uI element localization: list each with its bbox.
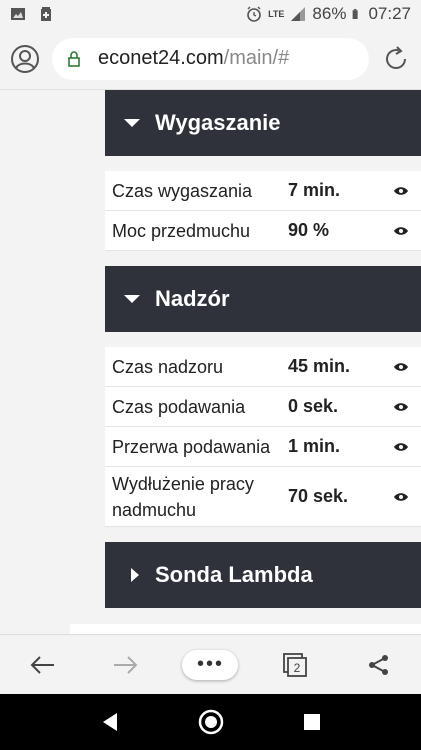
section-rows: Czas wygaszania 7 min. Moc przedmuchu 90… (105, 171, 421, 251)
eye-icon[interactable] (386, 186, 416, 196)
param-value: 0 sek. (288, 396, 339, 416)
address-field[interactable]: econet24.com/main/# (52, 37, 369, 80)
image-icon (11, 8, 25, 20)
lte-label: LTE (268, 9, 285, 19)
page-content: Wygaszanie Czas wygaszania 7 min. Moc pr… (0, 90, 421, 634)
spacer (105, 332, 421, 347)
param-label: Czas nadzoru (112, 356, 224, 377)
menu-dots-icon: ••• (182, 649, 239, 680)
param-value: 1 min. (288, 436, 341, 456)
share-icon (368, 654, 388, 675)
eye-icon[interactable] (386, 442, 416, 452)
spacer (105, 156, 421, 171)
menu-button[interactable]: ••• (182, 645, 239, 685)
reload-icon[interactable] (381, 44, 411, 74)
param-row: Przerwa podawania 1 min. (105, 427, 421, 467)
left-margin (0, 90, 105, 634)
eye-icon[interactable] (386, 402, 416, 412)
parameters-panel: Wygaszanie Czas wygaszania 7 min. Moc pr… (105, 90, 421, 608)
share-button[interactable] (351, 645, 407, 685)
back-button[interactable] (14, 645, 70, 685)
caret-down-icon (124, 119, 140, 127)
param-value: 90 % (288, 220, 330, 240)
param-row: Czas nadzoru 45 min. (105, 347, 421, 387)
section-header-wygaszanie[interactable]: Wygaszanie (105, 90, 421, 156)
url-path: /main/# (223, 47, 290, 69)
tab-count: 2 (293, 661, 300, 675)
clock: 07:27 (368, 4, 411, 23)
url-bar: econet24.com/main/# (0, 28, 421, 90)
forward-arrow-icon (114, 655, 138, 674)
forward-button[interactable] (98, 645, 154, 685)
param-row: Czas wygaszania 7 min. (105, 171, 421, 211)
param-value: 7 min. (288, 180, 341, 200)
spacer (105, 527, 421, 542)
section-rows: Czas nadzoru 45 min. Czas podawania 0 se… (105, 347, 421, 527)
section-title: Sonda Lambda (155, 562, 313, 587)
tabs-icon: 2 (282, 652, 307, 677)
param-value: 45 min. (288, 356, 351, 376)
param-label: Moc przedmuchu (112, 220, 251, 241)
eye-icon[interactable] (386, 362, 416, 372)
back-arrow-icon (30, 655, 55, 674)
eye-icon[interactable] (386, 492, 416, 502)
param-label: Czas wygaszania (112, 180, 253, 201)
signal-icon (291, 7, 306, 21)
battery-saver-icon (41, 7, 51, 21)
alarm-icon (247, 6, 261, 22)
battery-percent: 86% (312, 4, 347, 23)
spacer (105, 251, 421, 266)
next-card-edge (70, 624, 421, 634)
param-row: Moc przedmuchu 90 % (105, 211, 421, 251)
tabs-button[interactable]: 2 (267, 645, 323, 685)
system-nav-bar (0, 694, 421, 750)
param-label: Czas podawania (112, 396, 246, 417)
battery-icon (353, 9, 359, 19)
account-icon[interactable] (10, 44, 40, 74)
section-header-nadzor[interactable]: Nadzór (105, 266, 421, 332)
eye-icon[interactable] (386, 226, 416, 236)
param-label: Wydłużenie pracy nadmuchu (112, 473, 254, 520)
nav-recents-icon[interactable] (302, 712, 322, 732)
status-left (10, 6, 54, 22)
caret-down-icon (124, 295, 140, 303)
param-value: 70 sek. (288, 486, 349, 506)
status-bar: LTE 86% 07:27 (0, 0, 421, 28)
section-title: Wygaszanie (155, 110, 281, 135)
nav-back-icon[interactable] (99, 711, 121, 733)
browser-toolbar: ••• 2 (0, 634, 421, 694)
section-header-sonda-lambda[interactable]: Sonda Lambda (105, 542, 421, 608)
nav-home-icon[interactable] (198, 709, 224, 735)
section-title: Nadzór (155, 286, 230, 311)
param-label: Przerwa podawania (112, 436, 271, 457)
lock-icon (68, 50, 80, 67)
status-right: LTE 86% 07:27 (246, 4, 411, 24)
url-domain: econet24.com (98, 47, 224, 69)
caret-right-icon (131, 568, 139, 582)
param-row: Czas podawania 0 sek. (105, 387, 421, 427)
param-row: Wydłużenie pracy nadmuchu 70 sek. (105, 467, 421, 527)
